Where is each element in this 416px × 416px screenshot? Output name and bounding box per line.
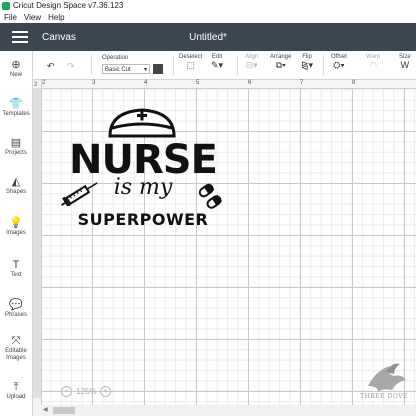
sidebar-item-label: Projects: [5, 150, 27, 156]
zoom-out-icon[interactable]: −: [61, 385, 72, 397]
sidebar-item-label: Templates: [2, 111, 30, 117]
edit-toolbar: ↶ ↷ Operation Basic Cut ▾ Deselect ⬚ Edi…: [33, 51, 416, 80]
ruler-tick-label: 5: [196, 80, 200, 86]
align-button[interactable]: Align ⊟▾: [245, 54, 258, 71]
dove-logo-icon: [368, 363, 406, 392]
sidebar-item-label: Text: [10, 272, 22, 278]
sidebar-item-images[interactable]: 💡 Images: [0, 217, 32, 237]
chevron-down-icon: ▾: [143, 67, 147, 73]
horizontal-scrollbar[interactable]: ◀: [41, 405, 416, 416]
sidebar-item-text[interactable]: T Text: [0, 259, 32, 279]
size-button[interactable]: Size W: [399, 54, 411, 71]
scrollbar-thumb[interactable]: [53, 407, 75, 414]
warp-button[interactable]: Warp ◠: [366, 54, 380, 71]
menu-file[interactable]: File: [4, 13, 17, 22]
sidebar-item-label: Images: [6, 230, 26, 236]
operation-value: Basic Cut: [105, 67, 131, 73]
sidebar-item-projects[interactable]: ▤ Projects: [0, 137, 32, 157]
sidebar-item-label: Editable Images: [5, 348, 27, 361]
width-w-icon: W: [400, 60, 410, 70]
watermark: THREE DOVE: [356, 360, 412, 402]
app-header: Canvas Untitled*: [0, 23, 416, 51]
editable-images-icon: ⤧: [11, 335, 21, 347]
nurse-design-group[interactable]: NURSE is my SUPERPOWER: [58, 102, 228, 234]
ruler-tick-label: 7: [300, 80, 304, 86]
operation-select[interactable]: Basic Cut ▾: [102, 64, 150, 74]
shirt-icon: 👕: [9, 98, 23, 110]
edit-button[interactable]: Edit ✎▾: [211, 54, 223, 71]
menu-bar: File View Help: [0, 11, 416, 23]
watermark-text: THREE DOVE: [360, 393, 408, 400]
deselect-icon: ⬚: [186, 60, 195, 70]
arrange-icon: ⧉▾: [275, 60, 286, 70]
document-title[interactable]: Untitled*: [189, 32, 227, 43]
sidebar-item-label: Shapes: [5, 189, 27, 195]
offset-icon: ⛭▾: [333, 60, 345, 70]
menu-view[interactable]: View: [24, 13, 41, 22]
zoom-control: − 125% +: [61, 385, 123, 397]
sidebar-item-templates[interactable]: 👕 Templates: [0, 98, 32, 118]
ruler-tick-label: 3: [92, 80, 96, 86]
flip-button[interactable]: Flip ⧎▾: [301, 54, 313, 71]
sidebar-item-phrases[interactable]: 💬 Phrases: [0, 299, 32, 319]
section-title: Canvas: [42, 31, 76, 43]
zoom-level: 125%: [76, 386, 97, 396]
sidebar-item-label: New: [9, 72, 22, 78]
projects-icon: ▤: [10, 137, 22, 149]
sidebar-item-label: Phrases: [4, 312, 27, 318]
shapes-icon: ◭: [11, 176, 21, 188]
redo-icon[interactable]: ↷: [67, 61, 75, 72]
window-title: Cricut Design Space v7.36.123: [13, 1, 124, 10]
flip-icon: ⧎▾: [301, 60, 314, 70]
ruler-tick-label: 6: [248, 80, 252, 86]
text-icon: T: [12, 259, 20, 271]
sidebar-item-shapes[interactable]: ◭ Shapes: [0, 176, 32, 196]
operation-color-swatch[interactable]: [153, 64, 163, 74]
ruler-tick-label: 4: [144, 80, 148, 86]
design-text-superpower: SUPERPOWER: [77, 210, 209, 229]
sidebar-item-editable-images[interactable]: ⤧ Editable Images: [0, 335, 32, 362]
scroll-left-icon[interactable]: ◀: [43, 406, 48, 413]
nurse-cap-icon: [108, 108, 176, 138]
deselect-button[interactable]: Deselect ⬚: [179, 54, 202, 71]
undo-icon[interactable]: ↶: [47, 61, 55, 72]
lightbulb-icon: 💡: [9, 217, 23, 229]
vertical-scrollbar[interactable]: [33, 88, 41, 398]
cricut-logo-icon: [2, 1, 10, 10]
sidebar-item-upload[interactable]: ⤒ Upload: [0, 381, 32, 401]
sidebar-item-new[interactable]: ⊕ New: [0, 59, 32, 79]
design-text-nurse: NURSE: [69, 137, 218, 183]
upload-icon: ⤒: [13, 381, 19, 393]
hamburger-menu-icon[interactable]: [12, 31, 28, 43]
left-sidebar: ⊕ New 👕 Templates ▤ Projects ◭ Shapes 💡 …: [0, 51, 33, 416]
pen-icon: ✎▾: [211, 60, 224, 70]
warp-icon: ◠: [369, 60, 377, 70]
offset-button[interactable]: Offset ⛭▾: [331, 54, 347, 71]
top-ruler: 2 3 4 5 6 7 8: [41, 80, 416, 89]
operation-label: Operation: [102, 55, 129, 61]
menu-help[interactable]: Help: [48, 13, 64, 22]
window-title-bar: Cricut Design Space v7.36.123: [0, 0, 416, 11]
ruler-tick-label: 8: [352, 80, 356, 86]
arrange-button[interactable]: Arrange ⧉▾: [270, 54, 291, 71]
zoom-in-icon[interactable]: +: [100, 385, 112, 397]
ruler-tick-label: 2: [42, 80, 46, 86]
sidebar-item-label: Upload: [6, 394, 26, 400]
pills-icon: [198, 183, 223, 209]
plus-icon: ⊕: [11, 59, 21, 71]
speech-bubble-icon: 💬: [9, 299, 23, 311]
align-icon: ⊟▾: [245, 60, 258, 70]
